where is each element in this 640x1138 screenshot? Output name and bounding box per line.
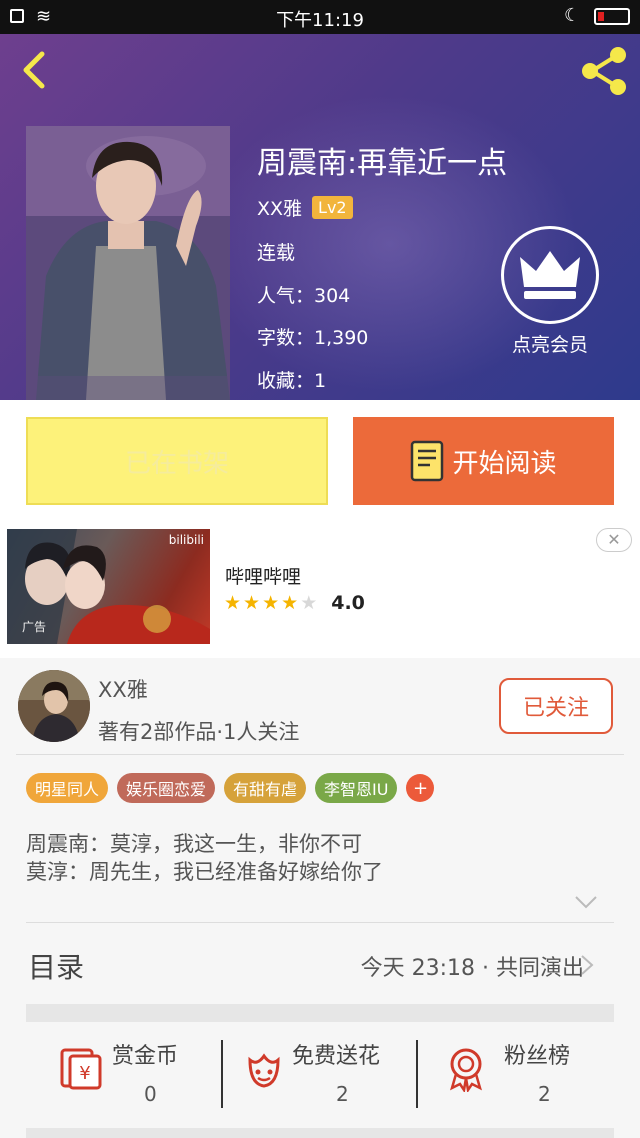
- ad-rating-value: 4.0: [331, 592, 365, 614]
- crown-icon: [501, 226, 599, 324]
- flower-icon: [248, 1053, 280, 1088]
- toc-label: 目录: [28, 951, 85, 984]
- medal-icon: [450, 1048, 482, 1092]
- ad-app-name: 哔哩哔哩: [225, 566, 302, 588]
- send-flower-label: 免费送花: [292, 1044, 381, 1069]
- chevron-right-icon: [581, 955, 594, 975]
- chevron-left-icon: [23, 51, 45, 89]
- status-bar: ≋ 下午11:19 ☾: [0, 0, 640, 34]
- moon-icon: ☾: [564, 5, 581, 26]
- author-name[interactable]: XX雅: [98, 674, 148, 704]
- author-name[interactable]: XX雅: [257, 194, 302, 221]
- stats-bar: ¥ 赏金币 0 免费送花 2 粉丝榜 2: [26, 1022, 614, 1128]
- tag-chip[interactable]: 明星同人: [26, 773, 109, 803]
- vip-label: 点亮会员: [511, 334, 588, 356]
- author-stats: 著有2部作品·1人关注: [98, 720, 300, 744]
- star-icon: ★: [281, 592, 299, 614]
- book-header: 周震南:再靠近一点 XX雅 Lv2 连载 人气：304 字数：1,390 收藏：…: [0, 34, 640, 400]
- ad-brand-mark: bilibili: [168, 533, 204, 547]
- section-divider: [26, 1004, 614, 1022]
- svg-text:¥: ¥: [79, 1063, 90, 1084]
- reward-coins-label: 赏金币: [112, 1044, 179, 1069]
- follow-button[interactable]: 已关注: [499, 678, 613, 734]
- fan-ranking-value: 2: [538, 1082, 551, 1106]
- favorites-count: 收藏：1: [257, 370, 327, 392]
- close-icon: ✕: [607, 530, 621, 549]
- book-title: 周震南:再靠近一点: [257, 146, 508, 181]
- serial-status: 连载: [257, 242, 296, 264]
- share-button[interactable]: [578, 44, 630, 98]
- send-flower-button[interactable]: 免费送花 2: [222, 1022, 418, 1128]
- chevron-down-icon: [575, 896, 597, 909]
- coin-envelope-icon: ¥: [60, 1048, 102, 1090]
- popularity: 人气：304: [257, 285, 351, 307]
- share-icon: [582, 47, 626, 95]
- synopsis-line: 莫淳：周先生，我已经准备好嫁给你了: [26, 860, 383, 884]
- vip-button[interactable]: 点亮会员: [500, 226, 600, 358]
- tag-chip[interactable]: 有甜有虐: [224, 773, 307, 803]
- ad-close-button[interactable]: ✕: [596, 528, 632, 552]
- reward-coins-value: 0: [144, 1082, 157, 1106]
- tag-list: 明星同人 娱乐圈恋爱 有甜有虐 李智恩IU +: [26, 773, 435, 803]
- section-divider: [26, 1128, 614, 1138]
- send-flower-value: 2: [336, 1082, 349, 1106]
- table-of-contents-row[interactable]: 目录 今天 23:18 · 共同演出: [0, 924, 640, 1002]
- synopsis-line: 周震南：莫淳，我这一生，非你不可: [26, 832, 362, 856]
- fan-ranking-button[interactable]: 粉丝榜 2: [418, 1022, 614, 1128]
- back-button[interactable]: [16, 46, 56, 94]
- tag-chip[interactable]: 娱乐圈恋爱: [117, 773, 216, 803]
- action-bar: 已在书架 开始阅读: [0, 400, 640, 522]
- book-icon: [411, 440, 444, 482]
- level-badge: Lv2: [312, 196, 353, 219]
- synopsis: 周震南：莫淳，我这一生，非你不可 莫淳：周先生，我已经准备好嫁给你了: [26, 830, 383, 886]
- word-count: 字数：1,390: [257, 327, 369, 349]
- reward-coins-button[interactable]: ¥ 赏金币 0: [26, 1022, 222, 1128]
- battery-icon: [594, 8, 630, 25]
- author-line: XX雅 Lv2: [257, 194, 353, 221]
- star-empty-icon: ★: [300, 592, 318, 614]
- start-reading-label: 开始阅读: [452, 448, 557, 479]
- fan-ranking-label: 粉丝榜: [504, 1044, 571, 1069]
- cover-image: [26, 126, 230, 400]
- avatar[interactable]: [18, 670, 90, 742]
- ad-banner[interactable]: bilibili 广告 哔哩哔哩 ★ ★ ★ ★ ★ 4.0 ✕: [0, 522, 640, 658]
- ad-image: bilibili 广告: [7, 529, 210, 644]
- start-reading-button[interactable]: 开始阅读: [353, 417, 614, 505]
- tag-chip[interactable]: 李智恩IU: [315, 773, 398, 803]
- expand-button[interactable]: [574, 894, 598, 909]
- author-section: XX雅 著有2部作品·1人关注 已关注 明星同人 娱乐圈恋爱 有甜有虐 李智恩I…: [0, 658, 640, 1138]
- ad-tag: 广告: [22, 619, 47, 634]
- star-icon: ★: [262, 592, 280, 614]
- more-tags-button[interactable]: +: [406, 774, 435, 802]
- star-icon: ★: [243, 592, 261, 614]
- status-time: 下午11:19: [276, 10, 364, 31]
- divider: [26, 922, 614, 923]
- book-cover[interactable]: [26, 126, 230, 400]
- ad-rating: ★ ★ ★ ★ ★ 4.0: [224, 592, 365, 614]
- bookshelf-button[interactable]: 已在书架: [26, 417, 328, 505]
- star-icon: ★: [224, 592, 242, 614]
- divider: [16, 754, 624, 755]
- latest-chapter: 今天 23:18 · 共同演出: [360, 956, 584, 981]
